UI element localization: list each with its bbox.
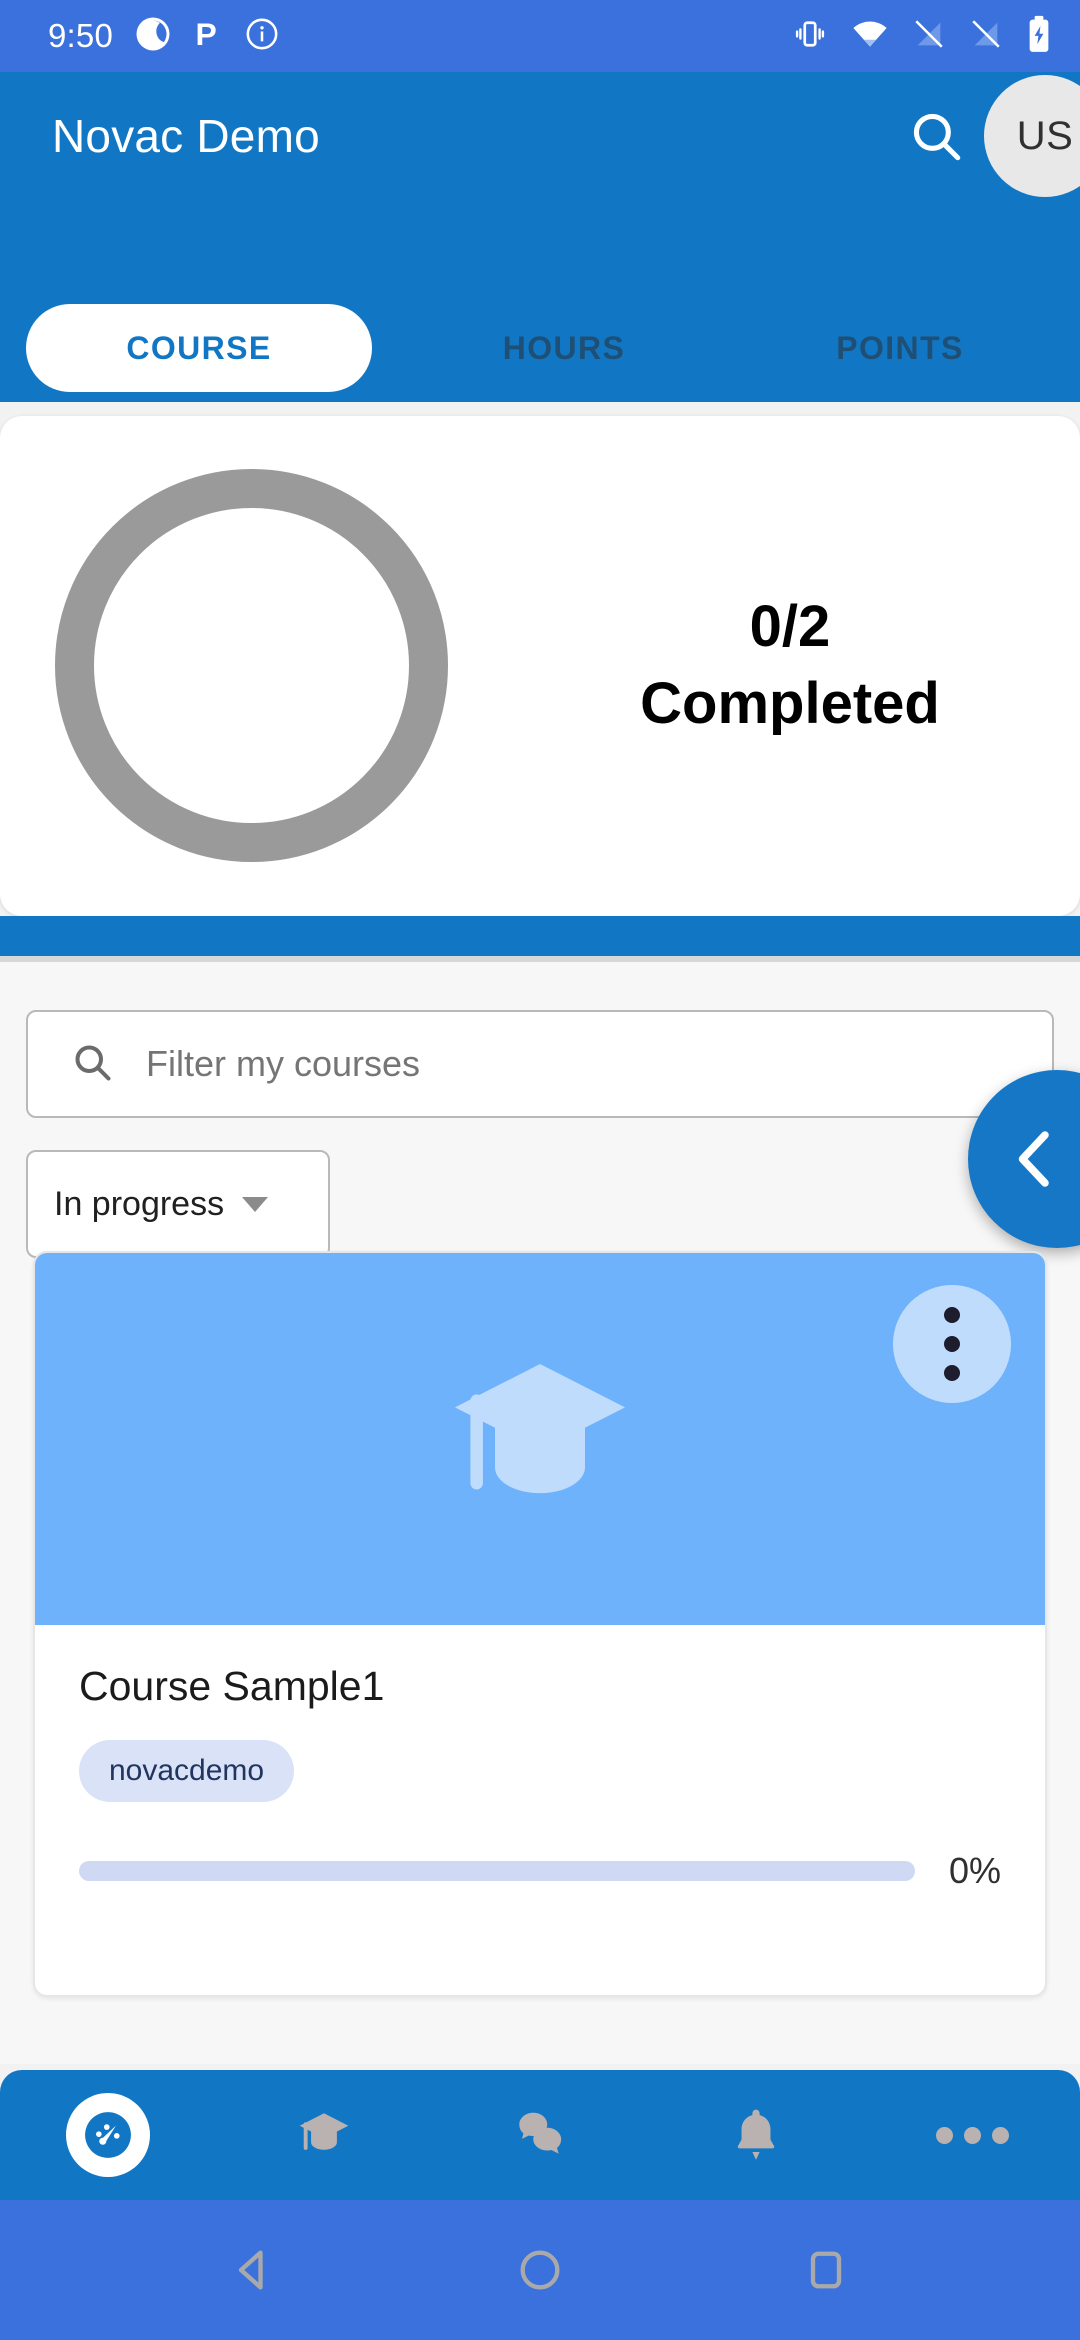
filter-courses-placeholder: Filter my courses (146, 1043, 421, 1084)
search-icon (70, 1040, 114, 1089)
course-card[interactable]: Course Sample1 novacdemo 0% (33, 1251, 1047, 1997)
recents-square-icon[interactable] (781, 2225, 871, 2315)
more-dot (963, 2126, 981, 2144)
battery-charging-icon (1026, 15, 1052, 58)
svg-text:P: P (196, 16, 217, 52)
progress-summary-text: 0/2 Completed (560, 416, 1020, 916)
nav-courses[interactable] (216, 2070, 432, 2200)
vibrate-icon (792, 16, 828, 57)
more-dot (991, 2126, 1009, 2144)
chevron-left-icon (1018, 1131, 1049, 1187)
course-progress-bar (79, 1861, 915, 1881)
more-horizontal-icon (935, 2126, 1009, 2144)
home-circle-icon[interactable] (495, 2225, 585, 2315)
nav-more[interactable] (864, 2070, 1080, 2200)
page-title: Novac Demo (52, 110, 320, 162)
android-navigation-bar (0, 2200, 1080, 2340)
chevron-down-icon (242, 1196, 269, 1212)
tab-points[interactable]: POINTS (760, 304, 1040, 392)
course-title: Course Sample1 (79, 1663, 385, 1709)
menu-dot (944, 1336, 960, 1352)
tab-hours[interactable]: HOURS (424, 304, 704, 392)
course-status-value: In progress (54, 1184, 225, 1223)
app-bar: Novac Demo US COURSE HOURS POINTS (0, 72, 1080, 402)
course-progress-label: 0% (948, 1850, 1001, 1891)
nav-dashboard[interactable] (0, 2070, 216, 2200)
graduation-cap-icon (299, 2113, 349, 2150)
progress-status: Completed (640, 671, 940, 736)
more-vertical-icon[interactable] (893, 1285, 1011, 1403)
menu-dot (944, 1365, 960, 1381)
chat-bubbles-icon (519, 2112, 562, 2154)
wifi-icon (851, 15, 889, 58)
p-app-icon: P (193, 16, 223, 57)
section-divider-band (0, 916, 1080, 956)
tab-course[interactable]: COURSE (26, 304, 372, 392)
course-card-cover (35, 1253, 1045, 1625)
avatar-initials: US (1016, 113, 1074, 158)
signal-off-icon (912, 17, 946, 56)
course-card-body: Course Sample1 novacdemo 0% (35, 1625, 1045, 1892)
avatar[interactable]: US (984, 75, 1080, 197)
course-tag-chip[interactable]: novacdemo (79, 1740, 295, 1802)
camera-app-icon (135, 16, 171, 57)
bottom-navigation (0, 2070, 1080, 2200)
progress-summary-card: 0/2 Completed (0, 416, 1080, 916)
back-triangle-icon[interactable] (209, 2225, 299, 2315)
search-icon[interactable] (888, 88, 984, 184)
graduation-cap-icon (455, 1364, 625, 1494)
dashboard-icon (85, 2112, 131, 2158)
bell-icon (737, 2109, 775, 2160)
info-icon (245, 17, 279, 56)
nav-messages[interactable] (432, 2070, 648, 2200)
course-status-dropdown[interactable]: In progress (26, 1150, 330, 1258)
more-dot (935, 2126, 953, 2144)
nav-active-indicator (66, 2093, 150, 2177)
app-bar-actions: US (888, 72, 1080, 200)
signal-off-2-icon (969, 17, 1003, 56)
course-progress-row: 0% (79, 1850, 1001, 1892)
tab-bar: COURSE HOURS POINTS (0, 304, 1080, 414)
status-bar-clock: 9:50 (48, 17, 114, 54)
nav-notifications[interactable] (648, 2070, 864, 2200)
progress-ring (55, 469, 448, 862)
menu-dot (944, 1307, 960, 1323)
progress-count: 0/2 (749, 594, 831, 660)
status-bar: 9:50 P (0, 0, 1080, 72)
filter-courses-input[interactable]: Filter my courses (26, 1010, 1054, 1118)
